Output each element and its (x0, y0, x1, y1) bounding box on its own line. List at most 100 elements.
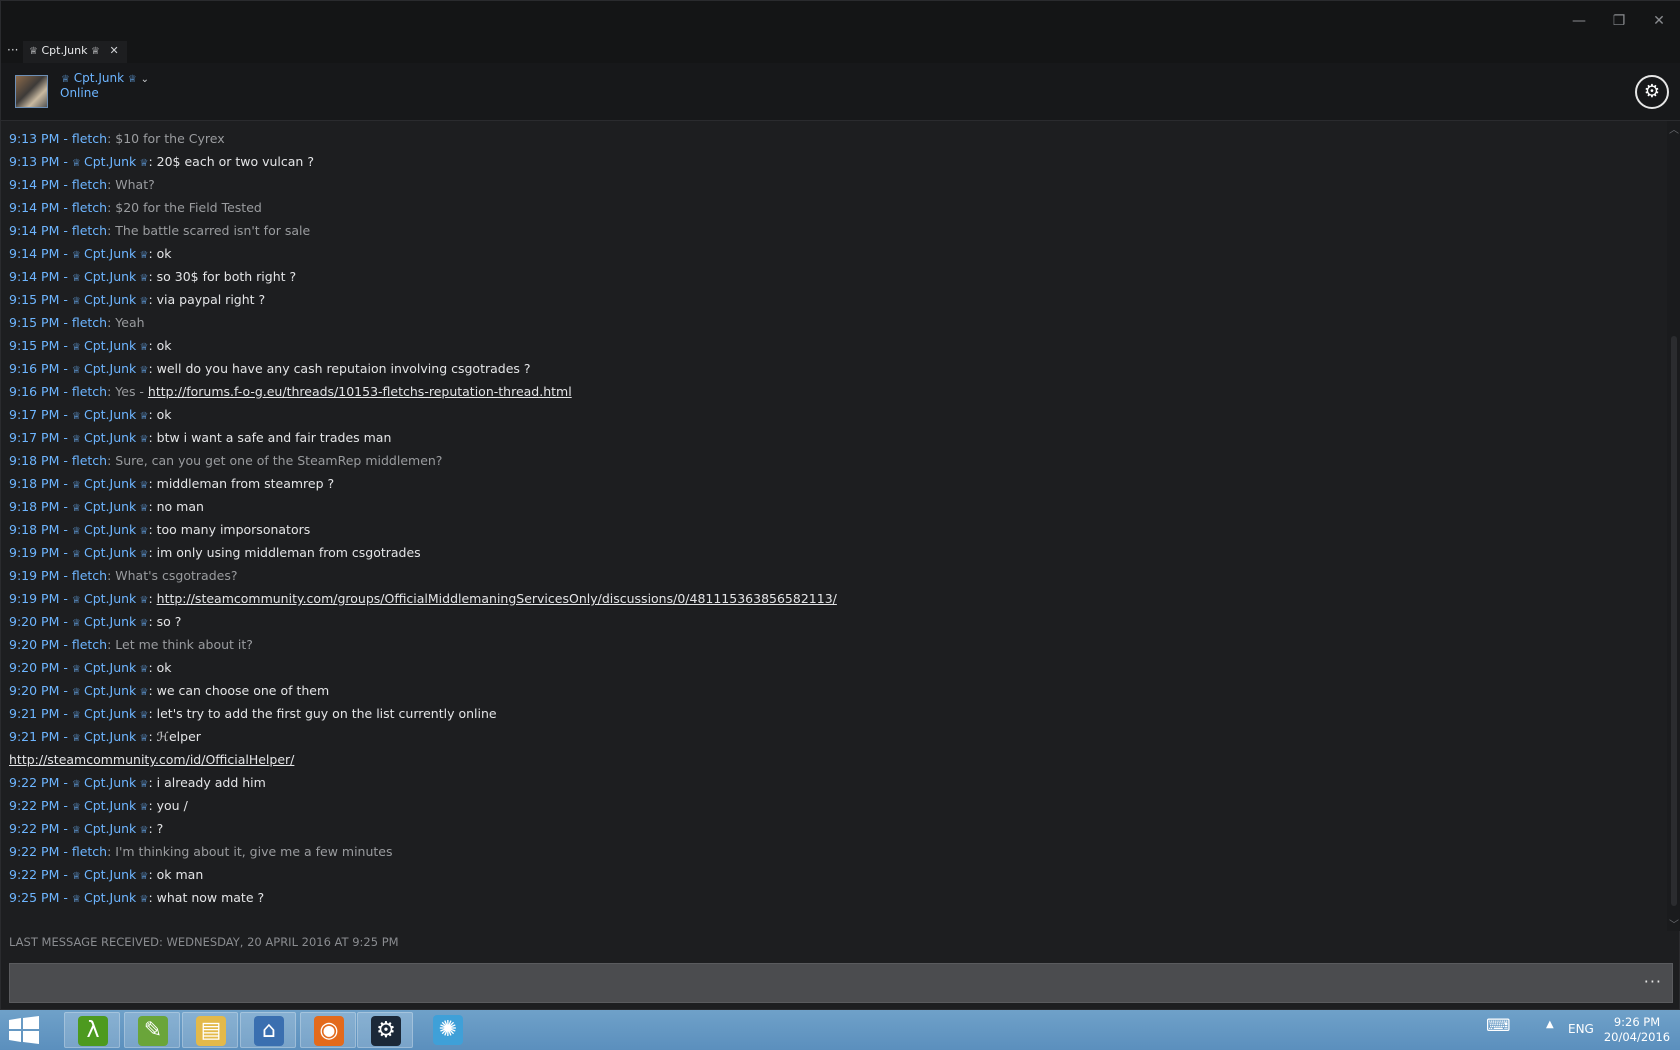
message-sender[interactable]: ♕ Cpt.Junk ♕ (72, 821, 149, 836)
chat-message: 9:16 PM - fletch: Yes - http://forums.f-… (9, 382, 572, 402)
message-timestamp: 9:22 PM - (9, 867, 72, 882)
message-text: : $10 for the Cyrex (107, 131, 225, 146)
gear-icon[interactable]: ⚙ (1635, 75, 1669, 109)
message-sender[interactable]: ♕ Cpt.Junk ♕ (72, 683, 149, 698)
chat-message: 9:20 PM - ♕ Cpt.Junk ♕: ok (9, 658, 172, 678)
notepad-app-button[interactable]: ✎ (124, 1012, 180, 1048)
file-explorer-app-button[interactable]: ▤ (182, 1012, 238, 1048)
windows-start-icon[interactable] (8, 1016, 40, 1044)
chat-message: 9:14 PM - ♕ Cpt.Junk ♕: so 30$ for both … (9, 267, 296, 287)
message-sender[interactable]: ♕ Cpt.Junk ♕ (72, 338, 149, 353)
message-sender[interactable]: ♕ Cpt.Junk ♕ (72, 361, 149, 376)
message-sender[interactable]: ♕ Cpt.Junk ♕ (72, 798, 149, 813)
chat-message: 9:15 PM - ♕ Cpt.Junk ♕: ok (9, 336, 172, 356)
message-sender[interactable]: ♕ Cpt.Junk ♕ (72, 269, 149, 284)
message-sender[interactable]: ♕ Cpt.Junk ♕ (72, 246, 149, 261)
chat-log[interactable]: 9:13 PM - fletch: $10 for the Cyrex 9:13 … (1, 121, 1667, 931)
message-sender[interactable]: ♕ Cpt.Junk ♕ (72, 292, 149, 307)
message-sender[interactable]: ♕ Cpt.Junk ♕ (72, 499, 149, 514)
tray-expand-icon[interactable]: ▲ (1546, 1019, 1554, 1030)
message-timestamp: 9:13 PM - (9, 131, 72, 146)
message-sender[interactable]: ♕ Cpt.Junk ♕ (72, 614, 149, 629)
lambda-app-button[interactable]: λ (64, 1012, 120, 1048)
chevron-down-icon[interactable]: ﹀ (1667, 916, 1680, 931)
message-sender[interactable]: fletch (72, 568, 107, 583)
firefox-app-button[interactable]: ◉ (300, 1012, 356, 1048)
message-sender[interactable]: ♕ Cpt.Junk ♕ (72, 407, 149, 422)
message-timestamp: 9:16 PM - (9, 384, 72, 399)
close-button[interactable]: ✕ (1645, 9, 1673, 33)
avatar[interactable] (15, 75, 48, 108)
message-input[interactable]: ··· (9, 963, 1673, 1003)
scrollbar-thumb[interactable] (1671, 336, 1677, 906)
crown-icon: ♕ (136, 411, 149, 422)
message-text: : let's try to add the first guy on the … (148, 706, 497, 721)
chat-message: 9:18 PM - ♕ Cpt.Junk ♕: too many imporso… (9, 520, 310, 540)
message-sender[interactable]: fletch (72, 131, 107, 146)
sender-name: Cpt.Junk (83, 890, 137, 905)
chat-scrollbar[interactable]: ︿ ﹀ (1667, 121, 1680, 931)
sender-name: Cpt.Junk (83, 775, 137, 790)
chevron-up-icon[interactable]: ︿ (1667, 121, 1680, 136)
keyboard-icon[interactable]: ⌨ (1486, 1016, 1511, 1036)
message-link[interactable]: http://steamcommunity.com/groups/Officia… (157, 591, 837, 606)
message-timestamp: 9:19 PM - (9, 568, 72, 583)
message-text: : What? (107, 177, 155, 192)
message-link[interactable]: http://steamcommunity.com/id/OfficialHel… (9, 752, 294, 767)
tab-close-icon[interactable]: ✕ (109, 44, 118, 57)
message-timestamp: 9:20 PM - (9, 637, 72, 652)
message-sender[interactable]: fletch (72, 384, 107, 399)
more-options-button[interactable]: ··· (1644, 972, 1662, 991)
last-message-info: LAST MESSAGE RECEIVED: WEDNESDAY, 20 APR… (9, 935, 399, 949)
message-sender[interactable]: ♕ Cpt.Junk ♕ (72, 867, 149, 882)
sender-name: Cpt.Junk (83, 729, 137, 744)
sender-name: fletch (71, 453, 108, 468)
message-timestamp: 9:22 PM - (9, 798, 72, 813)
message-sender[interactable]: ♕ Cpt.Junk ♕ (72, 154, 149, 169)
message-sender[interactable]: fletch (72, 177, 107, 192)
message-sender[interactable]: ♕ Cpt.Junk ♕ (72, 890, 149, 905)
message-sender[interactable]: ♕ Cpt.Junk ♕ (72, 522, 149, 537)
crown-icon: ♕ (127, 74, 137, 85)
message-sender[interactable]: ♕ Cpt.Junk ♕ (72, 430, 149, 445)
message-sender[interactable]: ♕ Cpt.Junk ♕ (72, 591, 149, 606)
chat-message: 9:16 PM - ♕ Cpt.Junk ♕: well do you have… (9, 359, 531, 379)
message-timestamp: 9:21 PM - (9, 706, 72, 721)
message-sender[interactable]: fletch (72, 453, 107, 468)
message-sender[interactable]: fletch (72, 315, 107, 330)
message-sender[interactable]: fletch (72, 844, 107, 859)
sender-name: Cpt.Junk (83, 545, 137, 560)
message-sender[interactable]: fletch (72, 223, 107, 238)
minimize-button[interactable]: — (1565, 9, 1593, 33)
sender-name: Cpt.Junk (83, 706, 137, 721)
message-text: : $20 for the Field Tested (107, 200, 262, 215)
chat-message: 9:22 PM - ♕ Cpt.Junk ♕: ? (9, 819, 163, 839)
message-text: : you / (148, 798, 188, 813)
message-sender[interactable]: ♕ Cpt.Junk ♕ (72, 706, 149, 721)
message-sender[interactable]: ♕ Cpt.Junk ♕ (72, 729, 149, 744)
message-sender[interactable]: fletch (72, 200, 107, 215)
chat-message: 9:25 PM - ♕ Cpt.Junk ♕: what now mate ? (9, 888, 264, 908)
sender-name: Cpt.Junk (83, 660, 137, 675)
message-sender[interactable]: ♕ Cpt.Junk ♕ (72, 476, 149, 491)
clock[interactable]: 9:26 PM 20/04/2016 (1600, 1015, 1674, 1045)
swirl-app-button[interactable]: ✺ (420, 1012, 476, 1048)
friend-name-dropdown[interactable]: ♕ Cpt.Junk ♕ ⌄ (61, 71, 149, 85)
tabs-overflow-button[interactable]: ··· (7, 43, 18, 57)
sender-name: Cpt.Junk (83, 430, 137, 445)
crown-icon: ♕ (71, 595, 84, 606)
message-sender[interactable]: ♕ Cpt.Junk ♕ (72, 545, 149, 560)
message-timestamp: 9:15 PM - (9, 292, 72, 307)
language-indicator[interactable]: ENG (1568, 1022, 1594, 1036)
crown-icon: ♕ (71, 365, 84, 376)
message-sender[interactable]: fletch (72, 637, 107, 652)
tab-cpt-junk[interactable]: ♕ Cpt.Junk ♕ ✕ (23, 41, 127, 63)
message-timestamp: 9:14 PM - (9, 177, 72, 192)
crown-icon: ♕ (71, 825, 84, 836)
message-link[interactable]: http://forums.f-o-g.eu/threads/10153-fle… (148, 384, 572, 399)
message-sender[interactable]: ♕ Cpt.Junk ♕ (72, 660, 149, 675)
message-sender[interactable]: ♕ Cpt.Junk ♕ (72, 775, 149, 790)
steam-app-button[interactable]: ⚙ (357, 1012, 413, 1048)
restore-button[interactable]: ❐ (1605, 9, 1633, 33)
network-app-button[interactable]: ⌂ (240, 1012, 296, 1048)
